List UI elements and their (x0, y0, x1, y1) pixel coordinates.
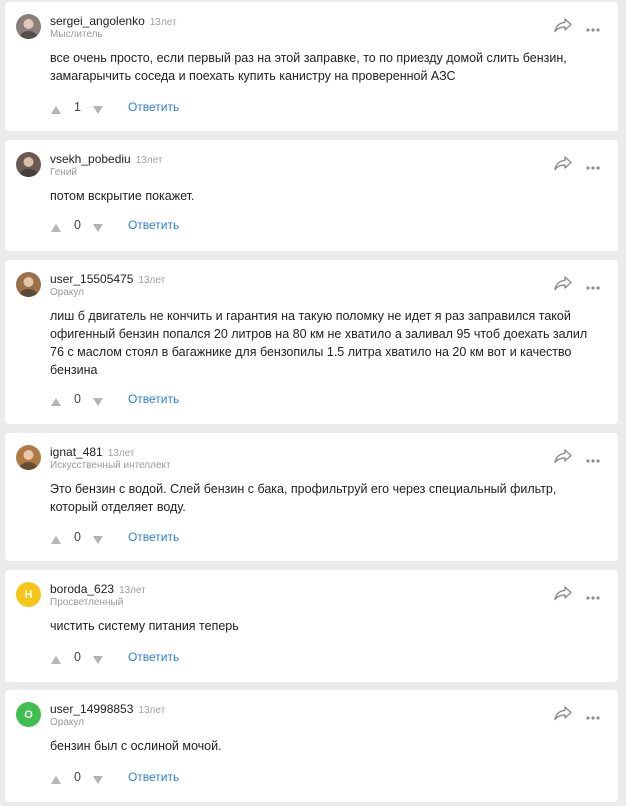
avatar[interactable]: Н (16, 582, 41, 607)
more-options-icon[interactable] (586, 450, 600, 463)
vote-up-icon[interactable] (50, 102, 62, 114)
more-options-icon[interactable] (586, 587, 600, 600)
answer-text: чистить систему питания теперь (50, 619, 239, 633)
avatar[interactable]: О (16, 702, 41, 727)
vote-count: 0 (74, 392, 81, 406)
answer-text: потом вскрытие покажет. (50, 189, 195, 203)
username[interactable]: ignat_481 (50, 445, 103, 459)
more-options-icon[interactable] (586, 19, 600, 32)
answer-time: 13лет (149, 17, 177, 28)
user-rank: Искусственный интеллект (50, 460, 171, 471)
reply-button[interactable]: Ответить (128, 100, 179, 114)
avatar[interactable] (16, 272, 41, 297)
answer-text: лиш б двигатель не кончить и гарантия на… (50, 309, 588, 377)
reply-button[interactable]: Ответить (128, 218, 179, 232)
vote-up-icon[interactable] (50, 394, 62, 406)
answer-text: Это бензин с водой. Слей бензин с бака, … (50, 482, 557, 514)
answer-actions: 0 Ответить (50, 649, 179, 665)
vote-up-icon[interactable] (50, 772, 62, 784)
answer-card: Оuser_14998853 13лет Оракул бензин был с ос… (5, 690, 618, 802)
vote-down-icon[interactable] (92, 394, 104, 406)
answer-time: 13лет (135, 155, 163, 166)
answer-card: Нboroda_623 13лет Просветленный чистить сис… (5, 570, 618, 682)
vote-down-icon[interactable] (92, 652, 104, 664)
share-icon[interactable] (554, 705, 572, 721)
avatar[interactable] (16, 152, 41, 177)
vote-count: 0 (74, 530, 81, 544)
answer-text: бензин был с ослиной мочой. (50, 739, 222, 753)
vote-down-icon[interactable] (92, 102, 104, 114)
answer-time: 13лет (119, 585, 146, 596)
answer-time: 13лет (138, 275, 166, 286)
username[interactable]: sergei_angolenko (50, 14, 145, 28)
author-line: ignat_481 13лет (50, 445, 135, 459)
username[interactable]: vsekh_pobediu (50, 152, 131, 166)
reply-button[interactable]: Ответить (128, 650, 179, 664)
reply-button[interactable]: Ответить (128, 530, 179, 544)
answer-actions: 0 Ответить (50, 217, 179, 233)
username[interactable]: user_15505475 (50, 272, 133, 286)
avatar[interactable] (16, 445, 41, 470)
answer-card: sergei_angolenko 13лет Мыслитель все очень … (5, 2, 618, 131)
answer-time: 13лет (138, 705, 166, 716)
answer-card: user_15505475 13лет Оракул лиш б двигатель … (5, 260, 618, 424)
answer-card: vsekh_pobediu 13лет Гений потом вскрытие по… (5, 140, 618, 251)
vote-count: 0 (74, 218, 81, 232)
answer-actions: 0 Ответить (50, 769, 179, 785)
user-rank: Гений (50, 167, 78, 178)
avatar-letter: О (24, 708, 33, 721)
vote-count: 1 (74, 100, 81, 114)
more-options-icon[interactable] (586, 157, 600, 170)
author-line: vsekh_pobediu 13лет (50, 152, 163, 166)
share-icon[interactable] (554, 585, 572, 601)
username[interactable]: boroda_623 (50, 582, 114, 596)
author-line: boroda_623 13лет (50, 582, 146, 596)
share-icon[interactable] (554, 17, 572, 33)
answer-time: 13лет (107, 448, 135, 459)
avatar-letter: Н (24, 588, 33, 601)
username[interactable]: user_14998853 (50, 702, 133, 716)
answer-card: ignat_481 13лет Искусственный интеллект Это… (5, 433, 618, 561)
vote-up-icon[interactable] (50, 532, 62, 544)
vote-count: 0 (74, 770, 81, 784)
answer-actions: 0 Ответить (50, 529, 179, 545)
answer-actions: 0 Ответить (50, 391, 179, 407)
more-options-icon[interactable] (586, 277, 600, 290)
answer-text: все очень просто, если первый раз на это… (50, 51, 567, 83)
more-options-icon[interactable] (586, 707, 600, 720)
avatar[interactable] (16, 14, 41, 39)
reply-button[interactable]: Ответить (128, 392, 179, 406)
user-rank: Оракул (50, 717, 85, 728)
vote-up-icon[interactable] (50, 220, 62, 232)
vote-up-icon[interactable] (50, 652, 62, 664)
vote-count: 0 (74, 650, 81, 664)
user-rank: Мыслитель (50, 29, 103, 40)
user-rank: Просветленный (50, 597, 124, 608)
vote-down-icon[interactable] (92, 220, 104, 232)
author-line: user_14998853 13лет (50, 702, 165, 716)
share-icon[interactable] (554, 275, 572, 291)
answer-actions: 1 Ответить (50, 99, 179, 115)
vote-down-icon[interactable] (92, 772, 104, 784)
author-line: user_15505475 13лет (50, 272, 165, 286)
share-icon[interactable] (554, 448, 572, 464)
user-rank: Оракул (50, 287, 85, 298)
author-line: sergei_angolenko 13лет (50, 14, 177, 28)
reply-button[interactable]: Ответить (128, 770, 179, 784)
share-icon[interactable] (554, 155, 572, 171)
vote-down-icon[interactable] (92, 532, 104, 544)
